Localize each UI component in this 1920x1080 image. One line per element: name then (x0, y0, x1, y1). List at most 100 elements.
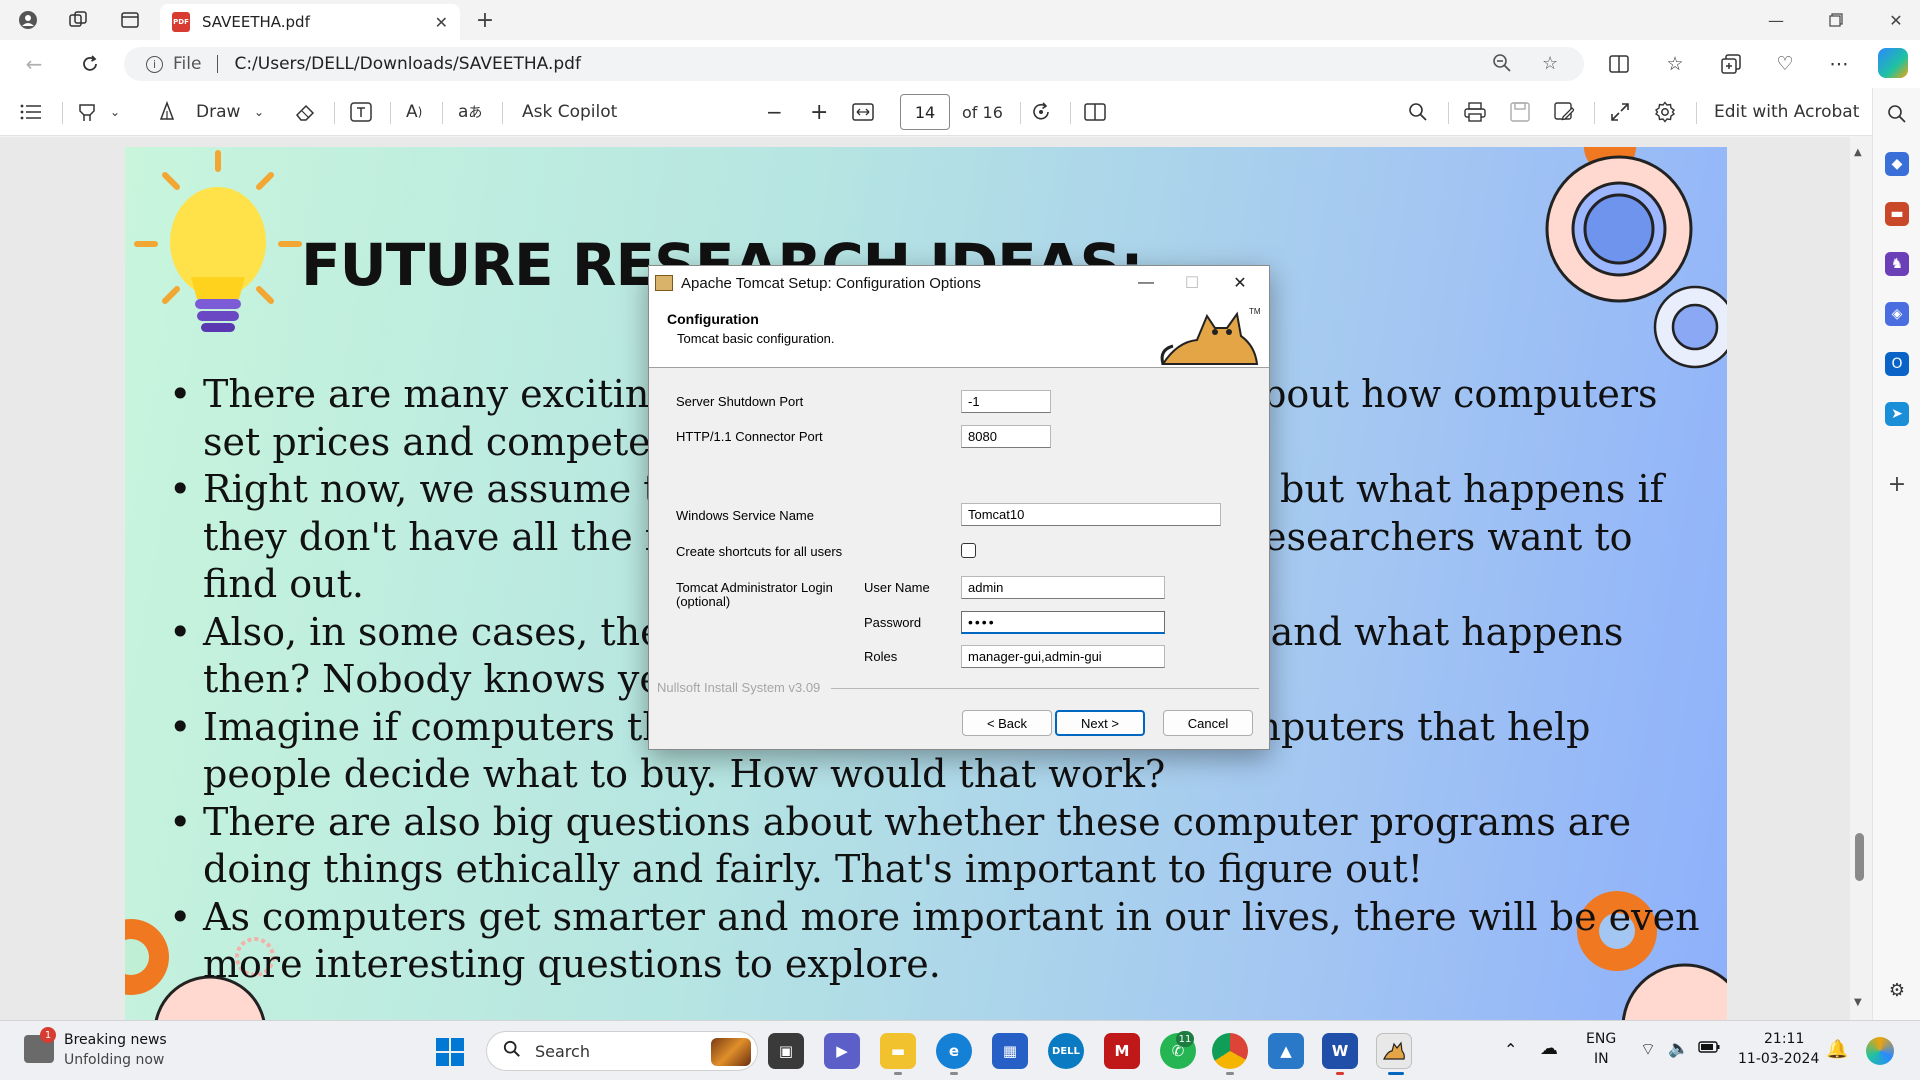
draw-pen-icon[interactable] (156, 96, 178, 128)
tab-actions-icon[interactable] (114, 6, 146, 34)
minimize-window-button[interactable]: — (1746, 0, 1806, 40)
chrome-icon[interactable] (1212, 1033, 1248, 1069)
edge-browser-icon[interactable]: e (936, 1033, 972, 1069)
word-icon[interactable]: W (1322, 1033, 1358, 1069)
show-hidden-icons-chevron-icon[interactable]: ⌃ (1504, 1040, 1517, 1059)
save-as-icon[interactable] (1554, 96, 1574, 128)
new-tab-button[interactable]: + (470, 6, 500, 34)
task-view-icon[interactable]: ▣ (768, 1033, 804, 1069)
scroll-down-arrow-icon[interactable]: ▼ (1854, 997, 1862, 1008)
draw-button[interactable]: Draw (196, 96, 240, 128)
read-aloud-icon[interactable]: A) (406, 96, 422, 128)
photos-icon[interactable]: ▲ (1268, 1033, 1304, 1069)
sidebar-send-icon[interactable]: ➤ (1885, 402, 1909, 426)
back-button[interactable]: < Back (962, 710, 1052, 736)
sidebar-games-icon[interactable]: ♞ (1885, 252, 1909, 276)
service-name-input[interactable]: Tomcat10 (961, 503, 1221, 526)
language-label[interactable]: ENG (1586, 1031, 1616, 1047)
split-screen-icon[interactable] (1604, 50, 1634, 78)
close-window-button[interactable]: ✕ (1866, 0, 1920, 40)
sidebar-tag-icon[interactable]: ◆ (1885, 152, 1909, 176)
fit-to-width-icon[interactable] (852, 96, 874, 128)
url-text[interactable]: C:/Users/DELL/Downloads/SAVEETHA.pdf (234, 54, 580, 74)
settings-menu-icon[interactable]: ⋯ (1824, 50, 1854, 78)
add-text-icon[interactable] (350, 96, 372, 128)
profile-icon[interactable] (12, 6, 44, 34)
draw-chevron-down-icon[interactable]: ⌄ (254, 96, 264, 128)
battery-icon[interactable] (1698, 1041, 1720, 1057)
edit-with-acrobat-button[interactable]: Edit with Acrobat (1714, 96, 1859, 128)
microsoft-store-icon[interactable]: ▦ (992, 1033, 1028, 1069)
workspaces-icon[interactable] (62, 6, 94, 34)
save-icon[interactable] (1510, 96, 1530, 128)
page-view-icon[interactable] (1084, 96, 1106, 128)
sidebar-settings-gear-icon[interactable]: ⚙ (1885, 978, 1909, 1002)
username-input[interactable]: admin (961, 576, 1165, 599)
zoom-in-button[interactable]: + (810, 96, 828, 128)
next-button[interactable]: Next > (1055, 710, 1145, 736)
sidebar-add-icon[interactable]: + (1885, 472, 1909, 497)
volume-icon[interactable]: 🔈 (1668, 1039, 1689, 1059)
sidebar-microsoft365-icon[interactable]: ◈ (1885, 302, 1909, 326)
ask-copilot-button[interactable]: Ask Copilot (522, 96, 617, 128)
news-subtitle[interactable]: Unfolding now (64, 1052, 164, 1068)
vertical-scrollbar[interactable] (1850, 137, 1872, 1020)
dialog-title-bar[interactable]: Apache Tomcat Setup: Configuration Optio… (649, 266, 1269, 300)
start-windows-icon[interactable] (436, 1038, 464, 1066)
region-label[interactable]: IN (1594, 1051, 1609, 1067)
collections-icon[interactable] (1716, 50, 1746, 78)
mcafee-icon[interactable]: M (1104, 1033, 1140, 1069)
tomcat-setup-dialog: Apache Tomcat Setup: Configuration Optio… (648, 265, 1270, 750)
clock-date[interactable]: 11-03-2024 (1738, 1051, 1819, 1067)
clock-time[interactable]: 21:11 (1764, 1031, 1804, 1047)
dialog-minimize-button[interactable]: — (1123, 268, 1169, 298)
zoom-out-icon[interactable] (1492, 53, 1512, 78)
browser-essentials-icon[interactable]: ♡ (1770, 50, 1800, 78)
file-explorer-icon[interactable]: ▬ (880, 1033, 916, 1069)
page-number-input[interactable]: 14 (900, 94, 950, 130)
refresh-button[interactable] (72, 48, 108, 80)
password-input[interactable]: •••• (961, 611, 1165, 634)
shutdown-port-input[interactable]: -1 (961, 390, 1051, 413)
scroll-up-arrow-icon[interactable]: ▲ (1854, 147, 1862, 158)
news-title[interactable]: Breaking news (64, 1032, 167, 1048)
address-field[interactable]: i File C:/Users/DELL/Downloads/SAVEETHA.… (124, 47, 1584, 81)
sidebar-tools-icon[interactable]: ▬ (1885, 202, 1909, 226)
dell-icon[interactable]: DELL (1048, 1033, 1084, 1069)
print-icon[interactable] (1464, 96, 1486, 128)
cancel-button[interactable]: Cancel (1163, 710, 1253, 736)
teams-icon[interactable]: ▶ (824, 1033, 860, 1069)
translate-icon[interactable]: aあ (458, 96, 482, 128)
eraser-icon[interactable] (294, 96, 316, 128)
tab-saveetha-pdf[interactable]: PDF SAVEETHA.pdf ✕ (160, 4, 460, 40)
highlight-icon[interactable] (76, 96, 98, 128)
copilot-taskbar-icon[interactable] (1866, 1037, 1894, 1065)
sidebar-search-icon[interactable] (1885, 102, 1909, 126)
close-tab-icon[interactable]: ✕ (435, 13, 448, 32)
taskbar-search-box[interactable]: Search (486, 1031, 758, 1071)
notification-bell-icon[interactable]: 🔔 (1826, 1039, 1848, 1060)
roles-input[interactable]: manager-gui,admin-gui (961, 645, 1165, 668)
restore-window-button[interactable] (1806, 0, 1866, 40)
scrollbar-thumb[interactable] (1855, 833, 1864, 881)
copilot-icon[interactable] (1878, 48, 1908, 78)
back-button[interactable]: ← (16, 48, 52, 80)
highlight-chevron-down-icon[interactable]: ⌄ (110, 96, 120, 128)
create-shortcuts-checkbox[interactable] (961, 543, 976, 558)
dialog-close-button[interactable]: ✕ (1217, 268, 1263, 298)
pdf-settings-gear-icon[interactable] (1654, 96, 1676, 128)
find-search-icon[interactable] (1408, 96, 1428, 128)
http-port-input[interactable]: 8080 (961, 425, 1051, 448)
sidebar-outlook-icon[interactable]: O (1885, 352, 1909, 376)
tomcat-setup-taskbar-icon[interactable] (1376, 1033, 1412, 1069)
contents-list-icon[interactable] (20, 96, 42, 128)
full-screen-icon[interactable] (1610, 96, 1630, 128)
rotate-icon[interactable] (1030, 96, 1052, 128)
file-scheme-label: File (173, 54, 202, 74)
favorites-icon[interactable]: ☆ (1660, 50, 1690, 78)
zoom-out-button[interactable]: − (766, 96, 783, 128)
favorite-star-icon[interactable]: ☆ (1542, 53, 1558, 74)
network-cloud-icon[interactable]: ☁ (1540, 1038, 1558, 1059)
site-info-icon[interactable]: i (146, 55, 163, 73)
wifi-icon[interactable]: ⌔ (1640, 1039, 1656, 1060)
